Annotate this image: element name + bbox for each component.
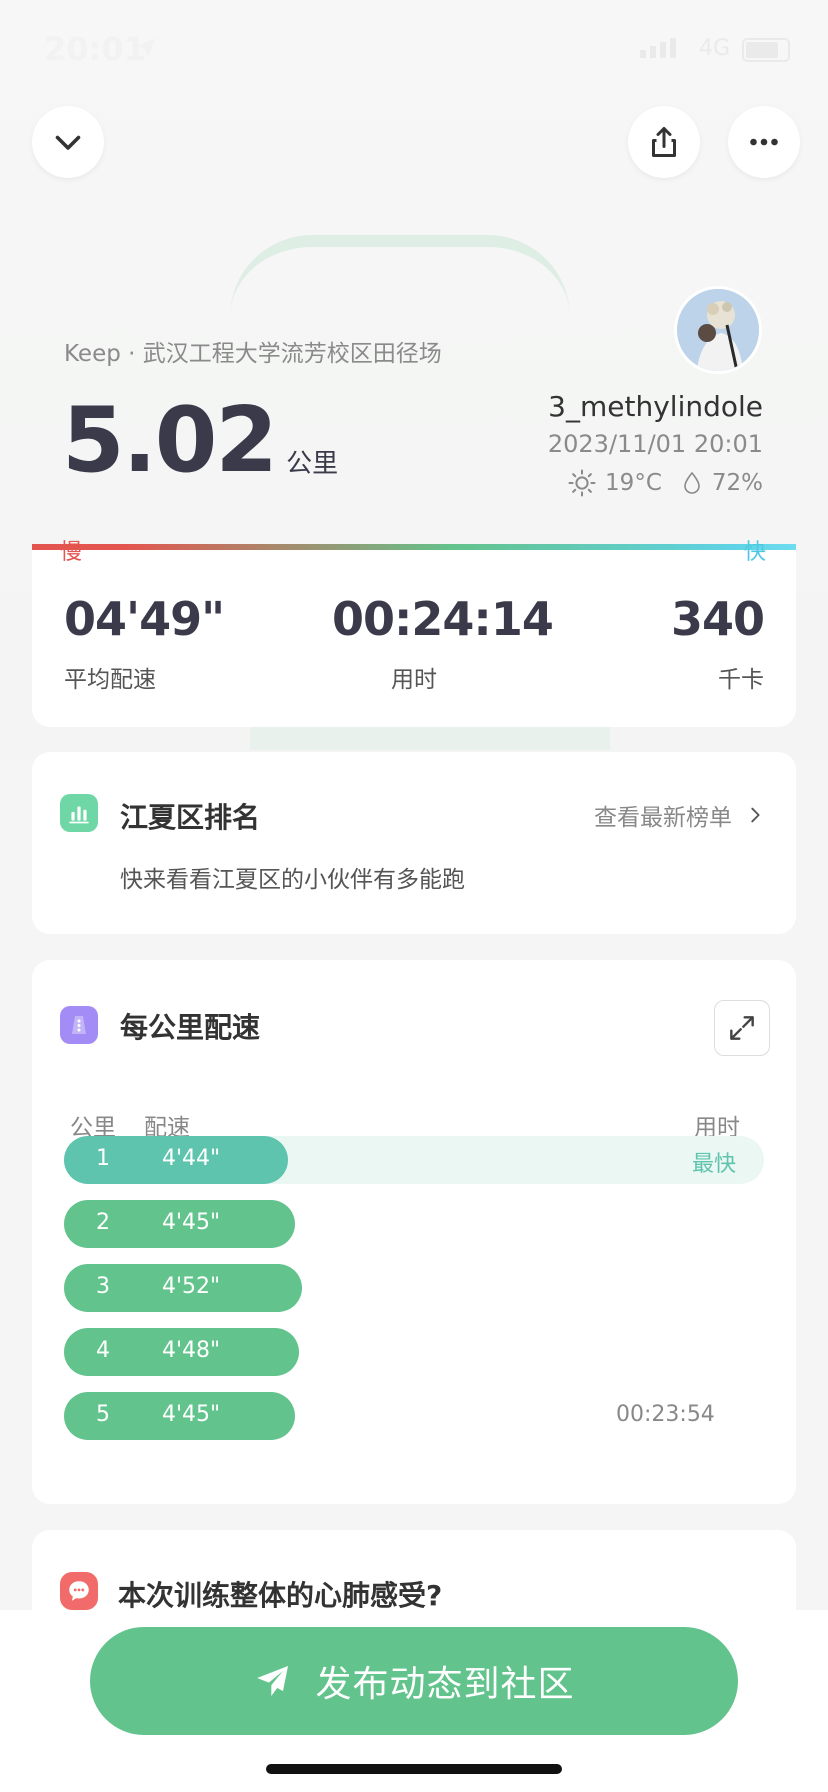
collapse-button[interactable]	[32, 106, 104, 178]
split-pace: 4'52"	[162, 1274, 221, 1299]
avatar[interactable]	[674, 286, 762, 374]
split-km: 4	[96, 1338, 110, 1363]
split-km: 5	[96, 1402, 110, 1427]
background-decoration	[230, 235, 570, 317]
ranking-card[interactable]: 江夏区排名 查看最新榜单 快来看看江夏区的小伙伴有多能跑	[32, 752, 796, 934]
expand-button[interactable]	[714, 1000, 770, 1056]
signal-icon	[640, 38, 676, 58]
avatar-image	[677, 289, 759, 371]
distance-value: 5.02	[62, 388, 278, 493]
split-km: 3	[96, 1274, 110, 1299]
distance-summary: 5.02 公里	[62, 396, 338, 486]
view-leaderboard-link[interactable]: 查看最新榜单	[594, 798, 764, 832]
status-bar: 20:01 4G	[0, 0, 828, 100]
fast-label: 快	[744, 540, 767, 565]
pace-gradient-bar	[32, 544, 796, 550]
split-pace: 4'48"	[162, 1338, 221, 1363]
splits-title: 每公里配速	[120, 1011, 261, 1044]
split-km: 2	[96, 1210, 110, 1235]
split-row: 3 4'52"	[64, 1264, 764, 1312]
ranking-description: 快来看看江夏区的小伙伴有多能跑	[120, 867, 465, 893]
home-indicator	[266, 1764, 562, 1774]
network-type: 4G	[698, 36, 730, 61]
workout-datetime: 2023/11/01 20:01	[547, 430, 763, 458]
share-icon	[652, 127, 676, 157]
split-total-time: 00:23:54	[616, 1402, 715, 1427]
chevron-down-icon	[55, 135, 81, 150]
username[interactable]: 3_methylindole	[548, 390, 763, 423]
share-button[interactable]	[628, 106, 700, 178]
status-time: 20:01	[44, 30, 146, 68]
publish-label: 发布动态到社区	[315, 1664, 575, 1705]
battery-icon	[742, 38, 790, 62]
weather-info: 19°C 72%	[567, 468, 763, 498]
stat-label: 千卡	[718, 667, 764, 693]
stat-value: 04'49"	[64, 592, 225, 646]
feedback-title: 本次训练整体的心肺感受?	[118, 1579, 443, 1612]
sun-icon	[568, 469, 596, 497]
expand-icon	[730, 1016, 754, 1040]
stat-label: 平均配速	[64, 667, 156, 693]
more-button[interactable]	[728, 106, 800, 178]
send-icon	[257, 1666, 289, 1696]
more-icon	[750, 138, 778, 146]
location-label: Keep · 武汉工程大学流芳校区田径场	[64, 341, 442, 367]
split-row: 2 4'45"	[64, 1200, 764, 1248]
stat-average-pace: 04'49" 平均配速	[64, 592, 225, 694]
fastest-tag: 最快	[691, 1152, 736, 1177]
stat-calories: 340 千卡	[670, 592, 765, 694]
bar-chart-icon	[60, 794, 98, 832]
pace-icon	[60, 1006, 98, 1044]
view-leaderboard-label: 查看最新榜单	[594, 805, 732, 831]
ranking-title: 江夏区排名	[120, 801, 261, 834]
chevron-right-icon	[751, 807, 760, 823]
stat-value: 00:24:14	[332, 592, 554, 646]
distance-unit: 公里	[286, 449, 339, 479]
split-row: 1 4'44" 最快	[64, 1136, 764, 1184]
chat-icon	[60, 1572, 98, 1610]
split-pace: 4'44"	[162, 1146, 221, 1171]
stat-value: 340	[670, 592, 765, 646]
publish-button[interactable]: 发布动态到社区	[90, 1627, 738, 1735]
split-row: 4 4'48"	[64, 1328, 764, 1376]
stat-label: 用时	[391, 667, 437, 693]
split-pace: 4'45"	[162, 1210, 221, 1235]
split-row: 5 4'45" 00:23:54	[64, 1392, 764, 1440]
location-arrow-icon	[136, 38, 156, 58]
splits-card: 每公里配速 公里 配速 用时 1 4'44" 最快 2 4'45" 3 4'52" 4 4'48…	[32, 960, 796, 1504]
droplet-icon	[684, 471, 700, 494]
humidity: 72%	[711, 470, 763, 496]
split-pace: 4'45"	[162, 1402, 221, 1427]
split-km: 1	[96, 1146, 110, 1171]
stat-duration: 00:24:14 用时	[332, 592, 554, 694]
slow-label: 慢	[60, 540, 83, 565]
temperature: 19°C	[605, 470, 662, 496]
